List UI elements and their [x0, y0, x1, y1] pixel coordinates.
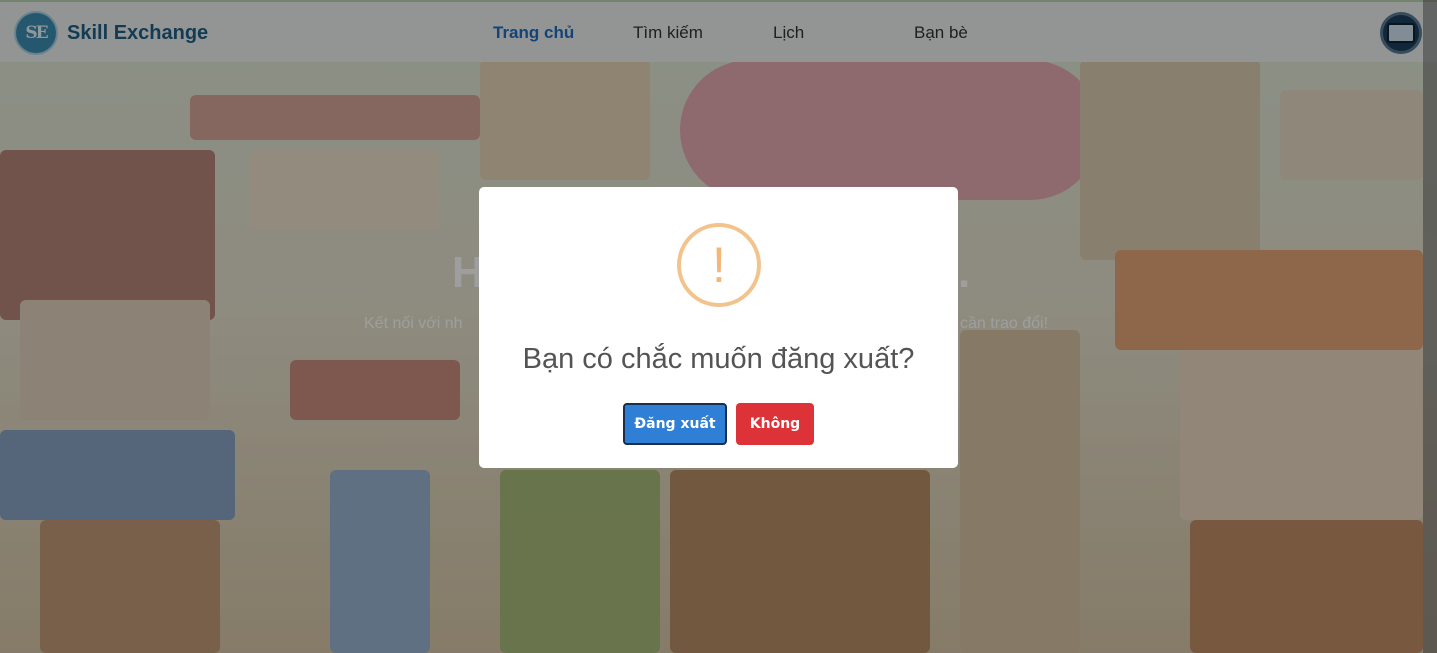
cancel-button[interactable]: Không — [736, 403, 814, 445]
dialog-title: Bạn có chắc muốn đăng xuất? — [522, 343, 915, 375]
page-scrollbar[interactable] — [1423, 0, 1437, 653]
warning-glyph: ! — [712, 237, 726, 293]
logout-confirm-button[interactable]: Đăng xuất — [623, 403, 727, 445]
warning-icon: ! — [677, 223, 761, 307]
logout-confirm-dialog: ! Bạn có chắc muốn đăng xuất? Đăng xuất … — [479, 187, 958, 468]
